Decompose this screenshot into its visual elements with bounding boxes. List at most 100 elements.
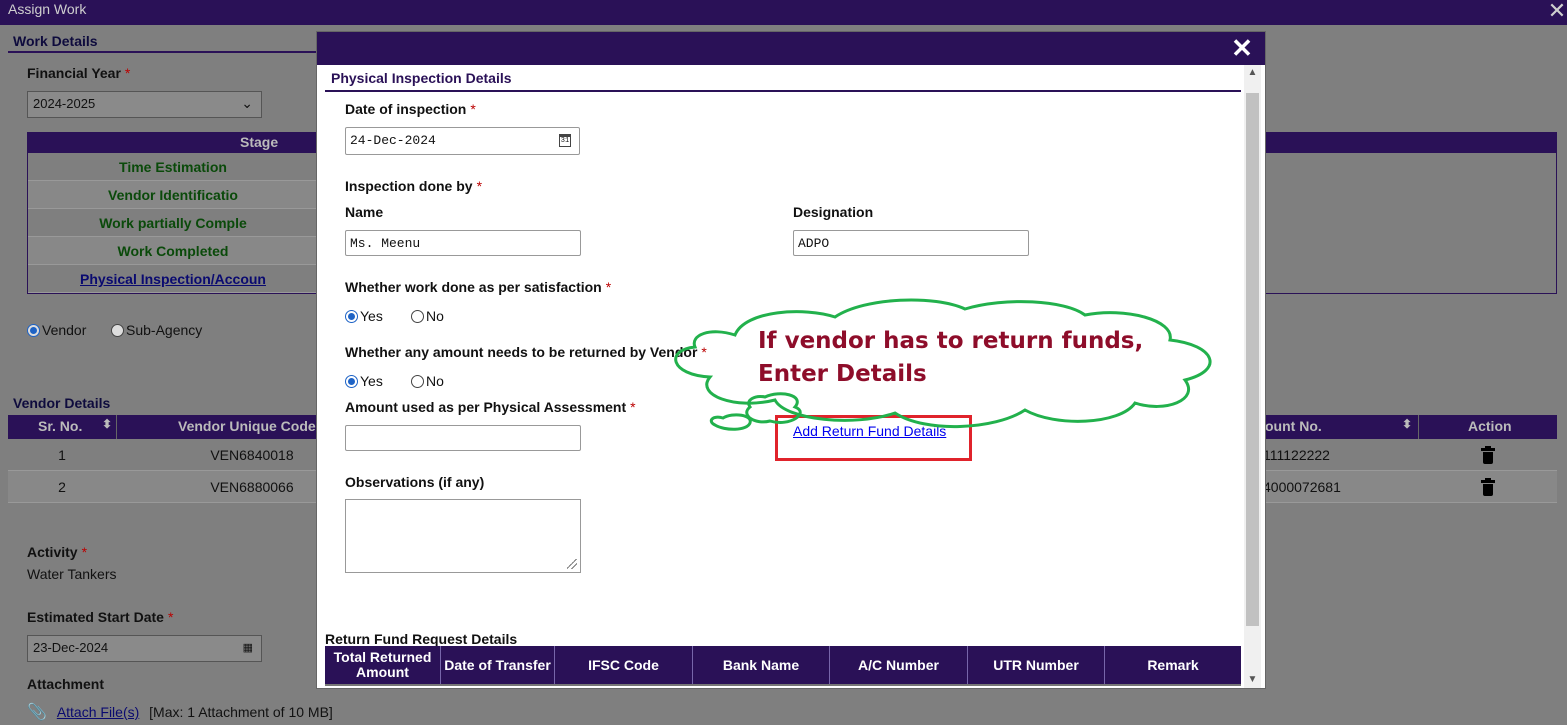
col-ac-number: A/C Number: [830, 646, 968, 684]
col-date-of-transfer: Date of Transfer: [441, 646, 555, 684]
financial-year-label: Financial Year *: [27, 65, 131, 81]
divider: [116, 415, 117, 439]
col-sr[interactable]: Sr. No.: [38, 418, 82, 434]
window-title: Assign Work: [8, 1, 87, 17]
return-no-radio[interactable]: No: [411, 373, 444, 389]
calendar-icon[interactable]: 31: [559, 134, 571, 147]
sort-icon[interactable]: ⬍: [1402, 417, 1412, 431]
radio-selected-icon: [345, 375, 358, 388]
col-vendor-code[interactable]: Vendor Unique Code: [178, 418, 316, 434]
attachment-row: 📎 Attach File(s) [Max: 1 Attachment of 1…: [27, 702, 333, 722]
financial-year-value: 2024-2025: [33, 96, 96, 111]
col-remark: Remark: [1147, 656, 1199, 673]
amount-used-label: Amount used as per Physical Assessment *: [345, 399, 636, 415]
col-bank-name: Bank Name: [693, 646, 830, 684]
sort-icon[interactable]: ⬍: [102, 417, 112, 431]
satisfaction-yes-radio[interactable]: Yes: [345, 308, 383, 324]
designation-input[interactable]: ADPO: [793, 230, 1029, 256]
section-title: Physical Inspection Details: [331, 70, 512, 86]
designation-value: ADPO: [798, 236, 830, 251]
stage-label: Work partially Comple: [99, 215, 247, 231]
radio-label: Yes: [360, 373, 383, 389]
stage-row[interactable]: Physical Inspection/Accoun: [28, 265, 318, 293]
divider: [1418, 415, 1419, 439]
agency-vendor-radio[interactable]: Vendor: [27, 322, 86, 338]
date-of-inspection-input[interactable]: 24-Dec-2024 31: [345, 127, 580, 155]
return-amount-label: Whether any amount needs to be returned …: [345, 344, 707, 360]
radio-empty-icon: [411, 310, 424, 323]
estimated-start-input[interactable]: 23-Dec-2024 ▦: [27, 635, 262, 662]
attachment-label: Attachment: [27, 676, 105, 692]
paperclip-icon: 📎: [27, 704, 47, 721]
radio-selected-icon: [345, 310, 358, 323]
col-total-returned: Total Returned Amount: [325, 646, 441, 684]
radio-empty-icon: [411, 375, 424, 388]
vendor-details-title: Vendor Details: [13, 395, 111, 411]
resize-grip-icon[interactable]: [567, 559, 577, 569]
stage-label: Time Estimation: [119, 159, 227, 175]
scroll-up-icon[interactable]: ▲: [1244, 65, 1261, 81]
col-ifsc: IFSC Code: [555, 646, 693, 684]
satisfaction-label: Whether work done as per satisfaction *: [345, 279, 612, 295]
radio-label: No: [426, 373, 444, 389]
close-icon[interactable]: ✕: [1231, 35, 1253, 61]
trash-icon[interactable]: [1481, 446, 1495, 464]
trash-icon[interactable]: [1481, 478, 1495, 496]
scroll-down-icon[interactable]: ▼: [1244, 672, 1261, 688]
name-value: Ms. Meenu: [350, 236, 421, 251]
stage-row: Time Estimation: [28, 153, 318, 181]
radio-label: Sub-Agency: [126, 322, 203, 338]
attachment-note: [Max: 1 Attachment of 10 MB]: [149, 704, 333, 720]
annotation-line-2: Enter Details: [758, 361, 927, 387]
sr-cell: 1: [58, 447, 66, 463]
work-details-title: Work Details: [13, 33, 98, 49]
radio-label: Yes: [360, 308, 383, 324]
modal-scrollbar[interactable]: ▲ ▼: [1244, 65, 1261, 688]
financial-year-select[interactable]: 2024-2025 ⌄: [27, 91, 262, 118]
agency-subagency-radio[interactable]: Sub-Agency: [111, 322, 202, 338]
radio-selected-icon: [27, 324, 40, 337]
calendar-icon[interactable]: ▦: [243, 641, 253, 654]
inspection-by-label: Inspection done by *: [345, 178, 483, 194]
satisfaction-no-radio[interactable]: No: [411, 308, 444, 324]
activity-label: Activity *: [27, 544, 88, 560]
window-title-bar: Assign Work ✕: [0, 0, 1567, 25]
col-account[interactable]: ount No.: [1265, 418, 1322, 434]
chevron-down-icon: ⌄: [241, 95, 253, 111]
annotation-line-1: If vendor has to return funds,: [758, 328, 1144, 354]
radio-label: No: [426, 308, 444, 324]
stage-label: Work Completed: [117, 243, 229, 259]
return-fund-title: Return Fund Request Details: [325, 631, 518, 647]
observations-textarea[interactable]: [345, 499, 581, 573]
return-fund-table-header: Total Returned Amount Date of Transfer I…: [325, 646, 1241, 686]
col-utr-number: UTR Number: [968, 646, 1105, 684]
radio-label: Vendor: [42, 322, 87, 338]
estimated-start-value: 23-Dec-2024: [33, 640, 109, 655]
return-yes-radio[interactable]: Yes: [345, 373, 383, 389]
designation-label: Designation: [793, 204, 874, 220]
name-input[interactable]: Ms. Meenu: [345, 230, 581, 256]
attach-files-link[interactable]: Attach File(s): [57, 704, 139, 720]
stage-label: Vendor Identificatio: [108, 187, 238, 203]
sr-cell: 2: [58, 479, 66, 495]
stage-row: Vendor Identificatio: [28, 181, 318, 209]
name-label: Name: [345, 204, 384, 220]
divider: [8, 51, 318, 53]
account-cell: 111122222: [1263, 447, 1330, 463]
modal-header: ✕: [317, 32, 1265, 65]
divider: [325, 90, 1241, 92]
annotation-text: If vendor has to return funds, Enter Det…: [758, 325, 1143, 391]
stage-row: Work Completed: [28, 237, 318, 265]
date-of-inspection-label: Date of inspection *: [345, 101, 476, 117]
estimated-start-label: Estimated Start Date *: [27, 609, 174, 625]
stage-row: Work partially Comple: [28, 209, 318, 237]
amount-used-input[interactable]: [345, 425, 581, 451]
account-cell: 4000072681: [1263, 479, 1341, 495]
col-action: Action: [1468, 418, 1512, 434]
radio-empty-icon: [111, 324, 124, 337]
stage-header-label: Stage: [240, 134, 279, 150]
scrollbar-thumb[interactable]: [1246, 93, 1259, 626]
activity-value: Water Tankers: [27, 566, 117, 582]
close-icon[interactable]: ✕: [1547, 0, 1567, 22]
stage-link[interactable]: Physical Inspection/Accoun: [80, 271, 266, 287]
